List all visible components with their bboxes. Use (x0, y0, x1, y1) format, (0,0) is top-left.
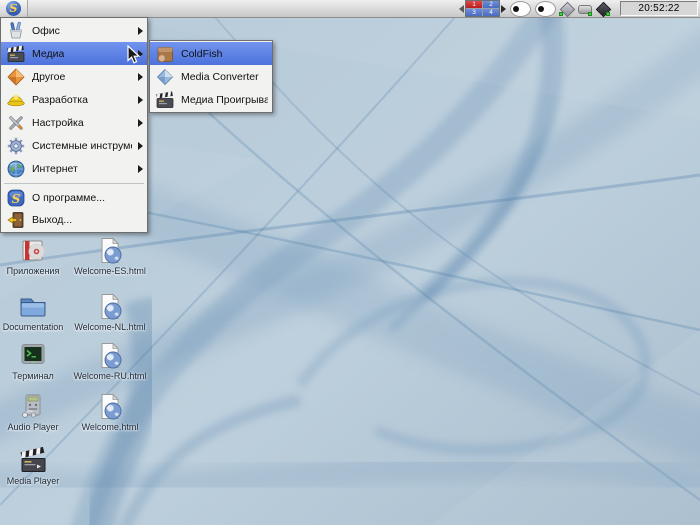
settings-icon (6, 113, 26, 133)
workspace-pager: 1 2 3 4 (459, 0, 506, 17)
xeyes-left-eye (510, 1, 531, 17)
app-menu-button[interactable]: S (0, 0, 28, 17)
eye-pupil (513, 6, 519, 12)
submenu-item-coldfish[interactable]: ColdFish (150, 42, 272, 65)
desktop-icon-documentation[interactable]: Documentation (0, 292, 75, 333)
menu-item-label: Офис (32, 25, 60, 37)
folder-icon (18, 292, 48, 322)
tray-modem-icon[interactable] (577, 1, 592, 16)
tray-connection-icon[interactable] (595, 1, 610, 16)
desktop-icon-label: Audio Player (7, 423, 58, 433)
submenu-arrow-icon (138, 142, 143, 150)
submenu-arrow-icon (138, 165, 143, 173)
submenu-item-media-converter[interactable]: Media Converter (150, 65, 272, 88)
panel-clock[interactable]: 20:52:22 (620, 1, 698, 16)
status-green-dot (559, 12, 563, 16)
workspace-1[interactable]: 1 (466, 1, 482, 8)
pager-grid: 1 2 3 4 (465, 0, 500, 17)
media-submenu: ColdFish Media Converter Медиа Проигрыва… (149, 40, 273, 113)
workspace-3[interactable]: 3 (466, 9, 482, 16)
menu-item-label: О программе... (32, 192, 105, 204)
desktop-icon-terminal[interactable]: Терминал (0, 341, 75, 382)
status-green-dot (588, 12, 592, 16)
submenu-item-label: ColdFish (181, 48, 222, 60)
menu-separator (4, 183, 144, 184)
workspace-2[interactable]: 2 (483, 1, 499, 8)
about-logo-icon: S (6, 188, 26, 208)
submenu-arrow-icon (138, 73, 143, 81)
package-icon (18, 236, 48, 266)
menu-item-system-tools[interactable]: Системные инструменты (1, 134, 147, 157)
desktop-icon-media-player[interactable]: Media Player (0, 446, 75, 487)
desktop-icon-label: Welcome-ES.html (74, 267, 146, 277)
menu-item-other[interactable]: Другое (1, 65, 147, 88)
desktop-icon-welcome-nl[interactable]: Welcome-NL.html (68, 292, 152, 333)
html-doc-icon (95, 392, 125, 422)
menu-item-label: Интернет (32, 163, 78, 175)
panel-right-group: 1 2 3 4 20:52:22 (459, 0, 700, 17)
top-panel: S 1 2 3 4 20:52:22 (0, 0, 700, 18)
desktop-icon-label: Media Player (7, 477, 60, 487)
development-icon (6, 90, 26, 110)
desktop-icon-welcome-es[interactable]: Welcome-ES.html (68, 236, 152, 277)
eye-pupil (538, 6, 544, 12)
desktop-icon-welcome[interactable]: Welcome.html (68, 392, 152, 433)
logout-icon (6, 210, 26, 230)
submenu-item-media-player[interactable]: Медиа Проигрыватель (150, 88, 272, 111)
submenu-arrow-icon (138, 96, 143, 104)
workspace-4[interactable]: 4 (483, 9, 499, 16)
desktop-icon-label: Welcome-RU.html (74, 372, 147, 382)
audio-player-icon (18, 392, 48, 422)
terminal-icon (18, 341, 48, 371)
coldfish-icon (155, 44, 175, 64)
media-player-icon (155, 90, 175, 110)
menu-item-logout[interactable]: Выход... (1, 209, 147, 231)
distro-logo-icon: S (6, 1, 21, 16)
menu-item-label: Выход... (32, 214, 72, 226)
html-doc-icon (95, 292, 125, 322)
menu-item-development[interactable]: Разработка (1, 88, 147, 111)
desktop-icon-applications[interactable]: Приложения (0, 236, 75, 277)
xeyes-right-eye (535, 1, 556, 17)
menu-item-office[interactable]: Офис (1, 19, 147, 42)
submenu-item-label: Media Converter (181, 71, 259, 83)
system-tools-icon (6, 136, 26, 156)
desktop-icon-welcome-ru[interactable]: Welcome-RU.html (68, 341, 152, 382)
submenu-arrow-icon (138, 27, 143, 35)
desktop-icon-label: Welcome-NL.html (74, 323, 145, 333)
menu-item-settings[interactable]: Настройка (1, 111, 147, 134)
internet-globe-icon (6, 159, 26, 179)
submenu-arrow-icon (138, 119, 143, 127)
menu-item-about[interactable]: S О программе... (1, 187, 147, 209)
menu-item-label: Другое (32, 71, 65, 83)
office-icon (6, 21, 26, 41)
desktop-icon-label: Welcome.html (82, 423, 139, 433)
submenu-arrow-icon (138, 50, 143, 58)
desktop-icon-label: Documentation (3, 323, 64, 333)
desktop-icon-audio-player[interactable]: Audio Player (0, 392, 75, 433)
pager-left-arrow-icon[interactable] (459, 5, 464, 13)
pager-right-arrow-icon[interactable] (501, 5, 506, 13)
menu-item-internet[interactable]: Интернет (1, 157, 147, 180)
application-menu: Офис Медиа Другое (0, 17, 148, 233)
desktop-icon-label: Приложения (7, 267, 60, 277)
tray-network-icon[interactable] (559, 1, 574, 16)
status-green-dot (606, 12, 610, 16)
submenu-item-label: Медиа Проигрыватель (181, 94, 268, 106)
media-converter-icon (155, 67, 175, 87)
clapperboard-icon (18, 446, 48, 476)
html-doc-icon (95, 236, 125, 266)
html-doc-icon (95, 341, 125, 371)
media-icon (6, 44, 26, 64)
other-icon (6, 67, 26, 87)
menu-item-label: Медиа (32, 48, 64, 60)
menu-item-media[interactable]: Медиа (1, 42, 147, 65)
svg-text:S: S (12, 192, 21, 206)
menu-item-label: Разработка (32, 94, 88, 106)
desktop-icon-label: Терминал (12, 372, 53, 382)
menu-item-label: Настройка (32, 117, 84, 129)
menu-item-label: Системные инструменты (32, 140, 132, 152)
